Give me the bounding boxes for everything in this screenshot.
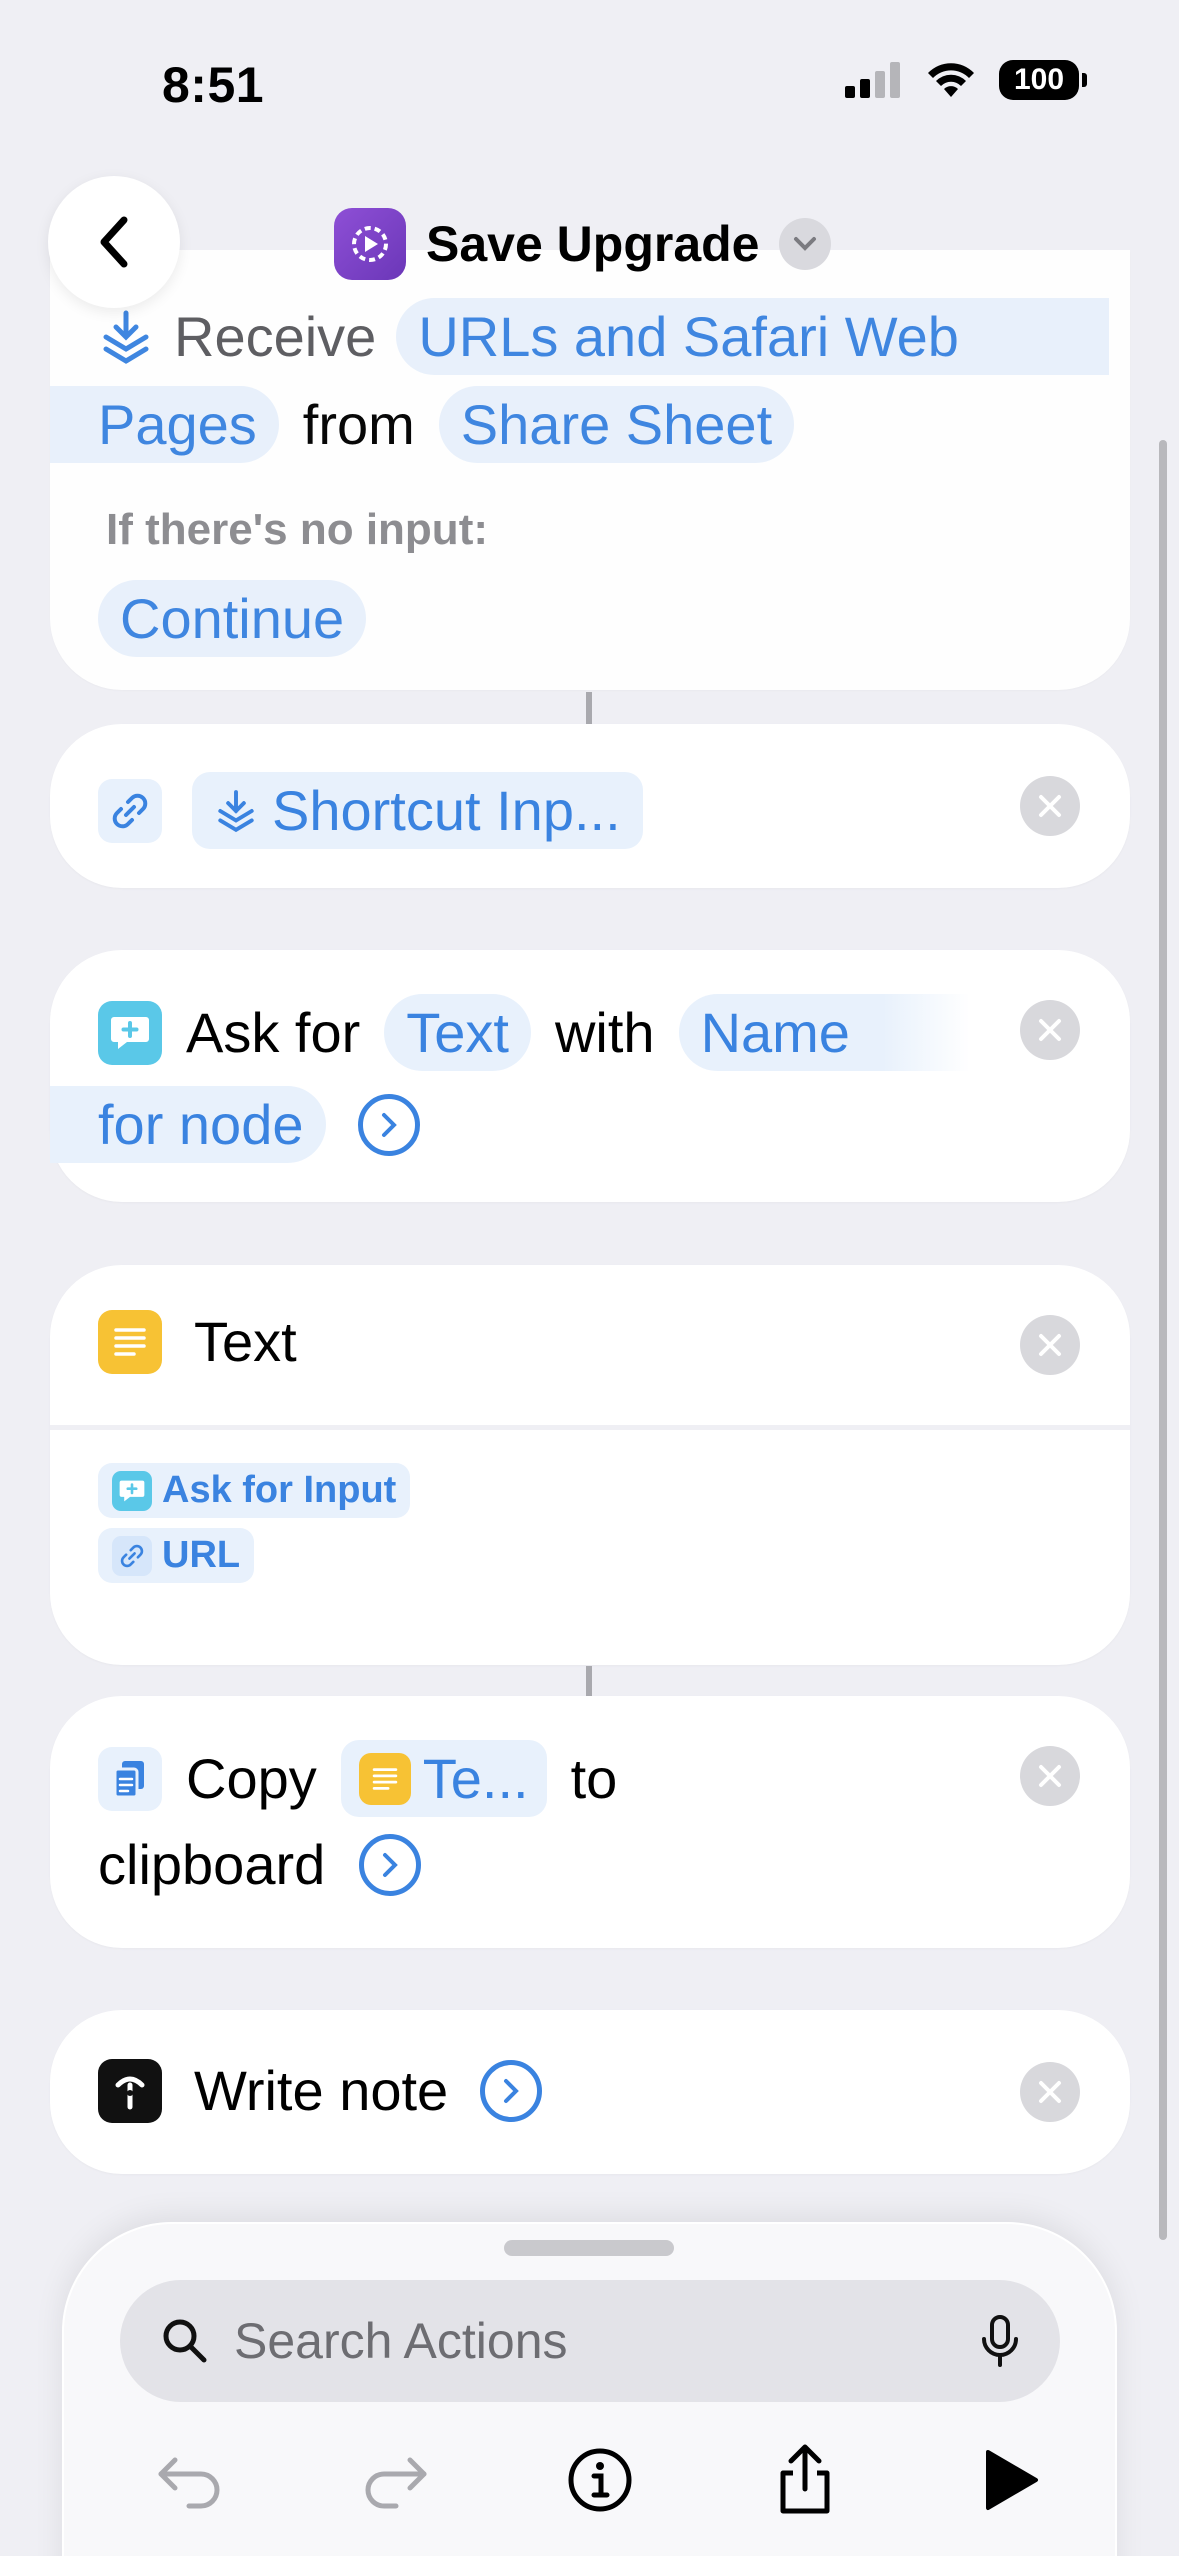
shortcut-input-variable-pill[interactable]: Shortcut Inp... [192, 772, 643, 849]
shortcut-title-menu[interactable]: Save Upgrade [334, 208, 832, 280]
divider [50, 1425, 1130, 1430]
prompt-pill[interactable]: Name [678, 994, 970, 1071]
text-action-title: Text [194, 1310, 297, 1373]
text-body[interactable]: Ask for Input URL [98, 1463, 411, 1583]
source-pill[interactable]: Share Sheet [438, 386, 795, 463]
sheet-grabber[interactable] [504, 2240, 674, 2256]
token-label: Ask for Input [162, 1469, 397, 1511]
run-button[interactable] [970, 2440, 1050, 2520]
expand-options-button[interactable] [480, 2059, 543, 2122]
no-input-label: If there's no input: [106, 505, 488, 554]
input-types-pill[interactable]: URLs and Safari Web [396, 298, 1109, 375]
shortcuts-app-icon [334, 208, 406, 280]
to-label: to [570, 1747, 618, 1810]
share-button[interactable] [765, 2440, 845, 2520]
action-connector [586, 692, 592, 724]
clipboard-label: clipboard [98, 1833, 326, 1896]
text-action-card[interactable]: Text Ask for Input URL [50, 1265, 1130, 1665]
close-icon [1039, 795, 1061, 817]
cellular-signal-icon [845, 62, 900, 98]
ask-input-icon [112, 1470, 152, 1511]
text-icon [98, 1309, 162, 1374]
ask-for-input-token[interactable]: Ask for Input [98, 1463, 411, 1518]
redo-button[interactable] [355, 2440, 435, 2520]
close-icon [1039, 2081, 1061, 2103]
editor-toolbar [150, 2440, 1050, 2520]
delete-action-button[interactable] [1020, 776, 1080, 836]
share-sheet-input-icon [218, 789, 254, 832]
input-types-pill-continued[interactable]: Pages [50, 386, 279, 463]
variable-label: Shortcut Inp... [272, 779, 621, 842]
delete-action-button[interactable] [1020, 1000, 1080, 1060]
input-type-pill[interactable]: Text [384, 994, 531, 1071]
info-icon [568, 2448, 632, 2512]
undo-button[interactable] [150, 2440, 230, 2520]
microphone-icon[interactable] [980, 2313, 1020, 2369]
expand-options-button[interactable] [357, 1093, 420, 1156]
ask-for-input-action-card[interactable]: Ask for Text with Name for node [50, 950, 1130, 1202]
no-input-option-pill[interactable]: Continue [98, 580, 367, 657]
page-title: Save Upgrade [426, 216, 760, 272]
ask-for-label: Ask for [186, 1001, 361, 1064]
receive-label: Receive [174, 305, 377, 368]
with-label: with [554, 1001, 655, 1064]
delete-action-button[interactable] [1020, 1315, 1080, 1375]
search-actions-field[interactable]: Search Actions [120, 2280, 1060, 2402]
status-icons: 100 [845, 60, 1087, 100]
search-input[interactable]: Search Actions [234, 2312, 980, 2370]
text-icon [358, 1752, 411, 1805]
expand-options-button[interactable] [359, 1833, 422, 1896]
undo-icon [158, 2457, 220, 2509]
from-label: from [302, 393, 415, 456]
info-button[interactable] [560, 2440, 640, 2520]
scrollbar[interactable] [1159, 440, 1167, 2240]
variable-label: Te... [422, 1747, 529, 1810]
url-token[interactable]: URL [98, 1528, 255, 1583]
chevron-left-icon [100, 216, 128, 268]
close-icon [1039, 1334, 1061, 1356]
chevron-right-icon [383, 1852, 399, 1877]
battery-indicator: 100 [999, 60, 1087, 100]
copy-to-clipboard-action-card[interactable]: Copy Te... to clipboard [50, 1696, 1130, 1948]
chevron-right-icon [381, 1112, 397, 1137]
play-icon [986, 2450, 1038, 2510]
close-icon [1039, 1765, 1061, 1787]
note-app-icon [98, 2058, 162, 2123]
delete-action-button[interactable] [1020, 1746, 1080, 1806]
copy-label: Copy [186, 1747, 317, 1810]
write-note-label: Write note [194, 2059, 449, 2122]
wifi-icon [928, 63, 974, 97]
ask-input-icon [98, 1000, 162, 1065]
close-icon [1039, 1019, 1061, 1041]
token-label: URL [162, 1534, 241, 1576]
action-connector [586, 1666, 592, 1696]
search-icon [163, 2319, 207, 2363]
prompt-pill-continued[interactable]: for node [50, 1086, 326, 1163]
chevron-right-icon [504, 2078, 520, 2103]
link-icon [98, 778, 162, 843]
chevron-down-icon[interactable] [779, 218, 832, 270]
receive-action-card[interactable]: Receive URLs and Safari Web Pages from S… [50, 250, 1130, 690]
write-note-action-card[interactable]: Write note [50, 2010, 1130, 2174]
delete-action-button[interactable] [1020, 2062, 1080, 2122]
back-button[interactable] [48, 176, 180, 308]
url-action-card[interactable]: Shortcut Inp... [50, 724, 1130, 888]
link-icon [112, 1535, 152, 1576]
clipboard-icon [98, 1746, 162, 1811]
share-sheet-input-icon [103, 310, 149, 364]
status-time: 8:51 [162, 57, 265, 113]
text-variable-pill[interactable]: Te... [340, 1740, 547, 1817]
share-icon [780, 2444, 830, 2514]
redo-icon [365, 2457, 427, 2509]
